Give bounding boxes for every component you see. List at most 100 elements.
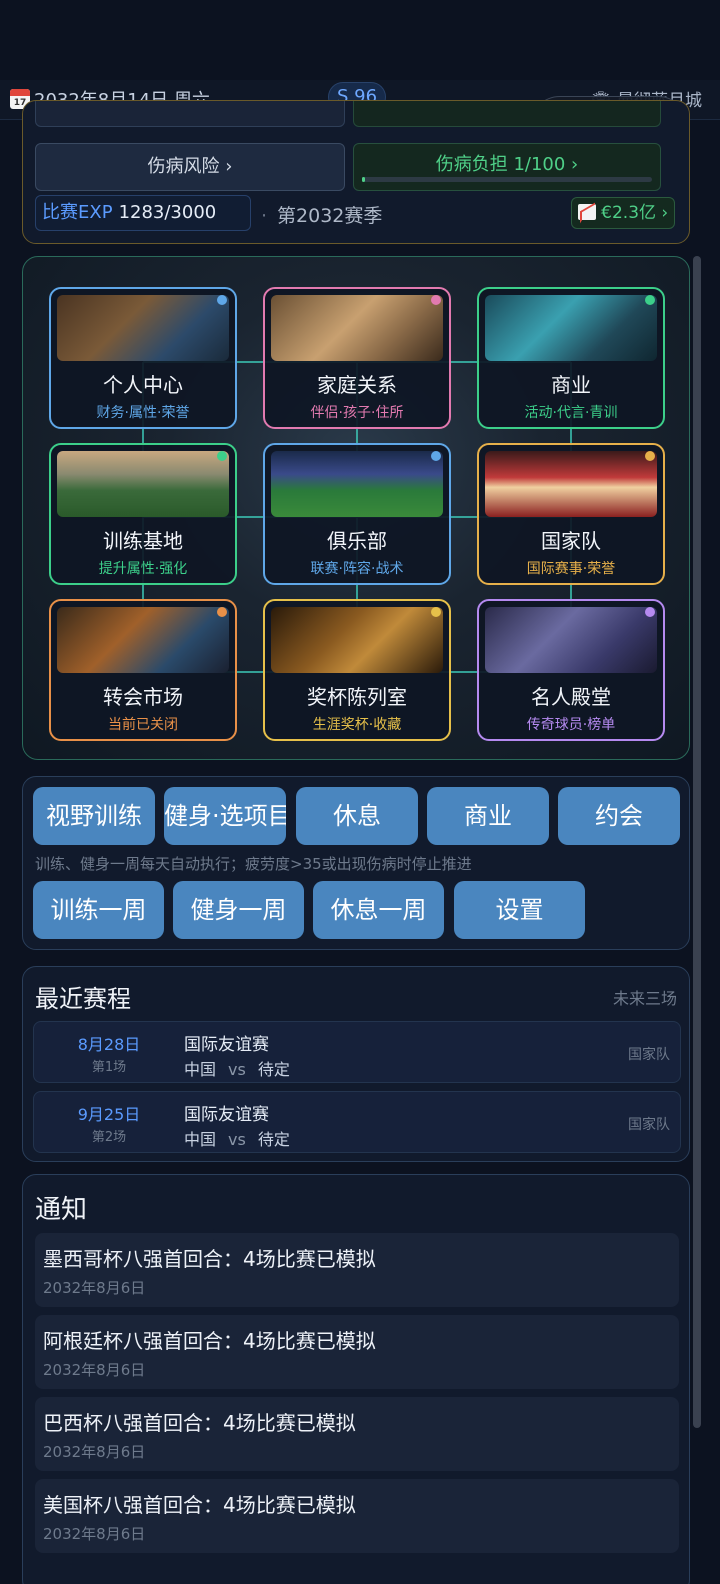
rest-week-button[interactable]: 休息一周 bbox=[313, 881, 444, 939]
settings-button[interactable]: 设置 bbox=[454, 881, 585, 939]
hub-tile-subtitle: 活动·代言·青训 bbox=[524, 405, 618, 421]
status-dot bbox=[645, 607, 655, 617]
fixture-round: 第2场 bbox=[91, 1130, 127, 1145]
exp-label: 比赛EXP bbox=[42, 202, 113, 223]
fixtures-subtitle: 未来三场 bbox=[612, 989, 677, 1008]
vision-training-button[interactable]: 视野训练 bbox=[33, 787, 155, 845]
notification-date: 2032年8月6日 bbox=[43, 1279, 146, 1297]
market-value-text: €2.3亿 › bbox=[601, 203, 669, 223]
fitness-week-button[interactable]: 健身一周 bbox=[173, 881, 304, 939]
business-button[interactable]: 商业 bbox=[427, 787, 549, 845]
notification-text: 巴西杯八强首回合：4场比赛已模拟 bbox=[43, 1411, 356, 1435]
fixture-tag: 国家队 bbox=[628, 1047, 670, 1063]
hub-tile[interactable]: 奖杯陈列室生涯奖杯·收藏 bbox=[263, 599, 451, 741]
player-status-card: 伤病风险 › 伤病负担 1/100 › 比赛EXP 1283/3000 · 第203… bbox=[22, 100, 690, 244]
notification-item[interactable]: 巴西杯八强首回合：4场比赛已模拟 2032年8月6日 bbox=[35, 1397, 679, 1471]
notification-date: 2032年8月6日 bbox=[43, 1525, 146, 1543]
notification-text: 美国杯八强首回合：4场比赛已模拟 bbox=[43, 1493, 356, 1517]
hub-tile[interactable]: 国家队国际赛事·荣誉 bbox=[477, 443, 665, 585]
hub-tile[interactable]: 商业活动·代言·青训 bbox=[477, 287, 665, 429]
hub-tile-image bbox=[485, 451, 657, 517]
hub-tile-image bbox=[57, 451, 229, 517]
match-exp-box: 比赛EXP 1283/3000 bbox=[35, 195, 251, 231]
hub-tile[interactable]: 转会市场 当前已关闭 bbox=[49, 599, 237, 741]
hub-tile-image bbox=[57, 295, 229, 361]
hub-tile-title: 国家队 bbox=[541, 529, 601, 553]
hub-tile-subtitle: 当前已关闭 bbox=[108, 717, 178, 733]
hub-tile[interactable]: 个人中心财务·属性·荣誉 bbox=[49, 287, 237, 429]
hub-tile[interactable]: 家庭关系伴侣·孩子·住所 bbox=[263, 287, 451, 429]
date-button[interactable]: 约会 bbox=[558, 787, 680, 845]
fixture-round: 第1场 bbox=[91, 1060, 127, 1075]
hub-tile-image bbox=[271, 295, 443, 361]
fixture-tag: 国家队 bbox=[628, 1117, 670, 1133]
quick-actions-panel: 视野训练 健身·选项目 休息 商业 约会 训练、健身一周每天自动执行；疲劳度>3… bbox=[22, 776, 690, 950]
feature-hub: 个人中心 财务·属性·荣誉 家庭关系 伴侣·孩子·住所 商业 活动·代言·青训 训练基地 提升… bbox=[22, 256, 690, 760]
hub-tile-title: 商业 bbox=[551, 373, 591, 397]
hub-tile-title: 个人中心 bbox=[103, 373, 183, 397]
hub-tile[interactable]: 俱乐部联赛·阵容·战术 bbox=[263, 443, 451, 585]
hub-tile-subtitle: 传奇球员·榜单 bbox=[526, 717, 616, 733]
chart-up-icon bbox=[577, 204, 596, 220]
notification-text: 阿根廷杯八强首回合：4场比赛已模拟 bbox=[43, 1329, 376, 1353]
hub-tile-image bbox=[485, 295, 657, 361]
notification-date: 2032年8月6日 bbox=[43, 1443, 146, 1461]
notification-item[interactable]: 美国杯八强首回合：4场比赛已模拟 2032年8月6日 bbox=[35, 1479, 679, 1553]
hub-tile-title: 奖杯陈列室 bbox=[307, 685, 407, 709]
hub-tile-image bbox=[57, 607, 229, 673]
auto-advance-hint: 训练、健身一周每天自动执行；疲劳度>35或出现伤病时停止推进 bbox=[35, 855, 472, 873]
injury-load-button[interactable]: 伤病负担 1/100 › bbox=[353, 143, 661, 191]
hub-tile-subtitle: 生涯奖杯·收藏 bbox=[312, 717, 402, 733]
fitness-select-button[interactable]: 健身·选项目 bbox=[164, 787, 286, 845]
fixture-date: 8月28日 bbox=[77, 1035, 141, 1054]
injury-load-label: 伤病负担 1/100 › bbox=[435, 154, 579, 175]
notifications-title: 通知 bbox=[35, 1195, 88, 1225]
fixture-row[interactable]: 8月28日 第1场 国际友谊赛 中国 vs 待定 国家队 bbox=[33, 1021, 681, 1083]
notification-item[interactable]: 阿根廷杯八强首回合：4场比赛已模拟 2032年8月6日 bbox=[35, 1315, 679, 1389]
hub-tile-subtitle: 财务·属性·荣誉 bbox=[96, 405, 190, 421]
notifications-panel: 通知 墨西哥杯八强首回合：4场比赛已模拟 2032年8月6日 阿根廷杯八强首回合… bbox=[22, 1174, 690, 1584]
status-dot bbox=[431, 295, 441, 305]
status-dot bbox=[431, 607, 441, 617]
recent-fixtures-panel: 最近赛程 未来三场 8月28日 第1场 国际友谊赛 中国 vs 待定 国家队 9月2… bbox=[22, 966, 690, 1162]
fixture-competition: 国际友谊赛 bbox=[184, 1035, 269, 1055]
status-dot bbox=[431, 451, 441, 461]
hub-tile-title: 训练基地 bbox=[103, 529, 183, 553]
injury-load-fill bbox=[362, 177, 365, 182]
hub-tile-image bbox=[271, 607, 443, 673]
page-scrollbar[interactable] bbox=[693, 256, 701, 1428]
hub-tile[interactable]: 训练基地提升属性·强化 bbox=[49, 443, 237, 585]
hub-tile-subtitle: 联赛·阵容·战术 bbox=[310, 561, 404, 577]
status-cell-partial-right[interactable] bbox=[353, 101, 661, 127]
fixture-date: 9月25日 bbox=[77, 1105, 141, 1124]
fixture-row[interactable]: 9月25日 第2场 国际友谊赛 中国 vs 待定 国家队 bbox=[33, 1091, 681, 1153]
notification-item[interactable]: 墨西哥杯八强首回合：4场比赛已模拟 2032年8月6日 bbox=[35, 1233, 679, 1307]
status-dot bbox=[217, 607, 227, 617]
injury-risk-button[interactable]: 伤病风险 › bbox=[35, 143, 345, 191]
hub-tile-image bbox=[271, 451, 443, 517]
exp-value: 1283/3000 bbox=[118, 202, 217, 223]
fixture-teams: 中国 vs 待定 bbox=[184, 1060, 290, 1079]
hub-tile-subtitle: 提升属性·强化 bbox=[98, 561, 188, 577]
fixture-competition: 国际友谊赛 bbox=[184, 1105, 269, 1125]
season-label: · 第2032赛季 bbox=[261, 205, 383, 227]
hub-tile-image bbox=[485, 607, 657, 673]
market-value-button[interactable]: €2.3亿 › bbox=[571, 197, 675, 229]
notification-date: 2032年8月6日 bbox=[43, 1361, 146, 1379]
hub-tile-title: 名人殿堂 bbox=[531, 685, 611, 709]
notification-text: 墨西哥杯八强首回合：4场比赛已模拟 bbox=[43, 1247, 376, 1271]
hub-tile-title: 俱乐部 bbox=[327, 529, 387, 553]
fixture-teams: 中国 vs 待定 bbox=[184, 1130, 290, 1149]
hub-tile-title: 转会市场 bbox=[103, 685, 183, 709]
rest-button[interactable]: 休息 bbox=[296, 787, 418, 845]
status-cell-partial-left[interactable] bbox=[35, 101, 345, 127]
injury-load-bar bbox=[362, 177, 652, 182]
hub-tile[interactable]: 名人殿堂传奇球员·榜单 bbox=[477, 599, 665, 741]
status-dot bbox=[217, 451, 227, 461]
status-dot bbox=[217, 295, 227, 305]
fixtures-title: 最近赛程 bbox=[35, 985, 131, 1013]
hub-tile-title: 家庭关系 bbox=[317, 373, 397, 397]
train-week-button[interactable]: 训练一周 bbox=[33, 881, 164, 939]
hub-tile-subtitle: 伴侣·孩子·住所 bbox=[310, 405, 404, 421]
hub-tile-subtitle: 国际赛事·荣誉 bbox=[526, 561, 616, 577]
